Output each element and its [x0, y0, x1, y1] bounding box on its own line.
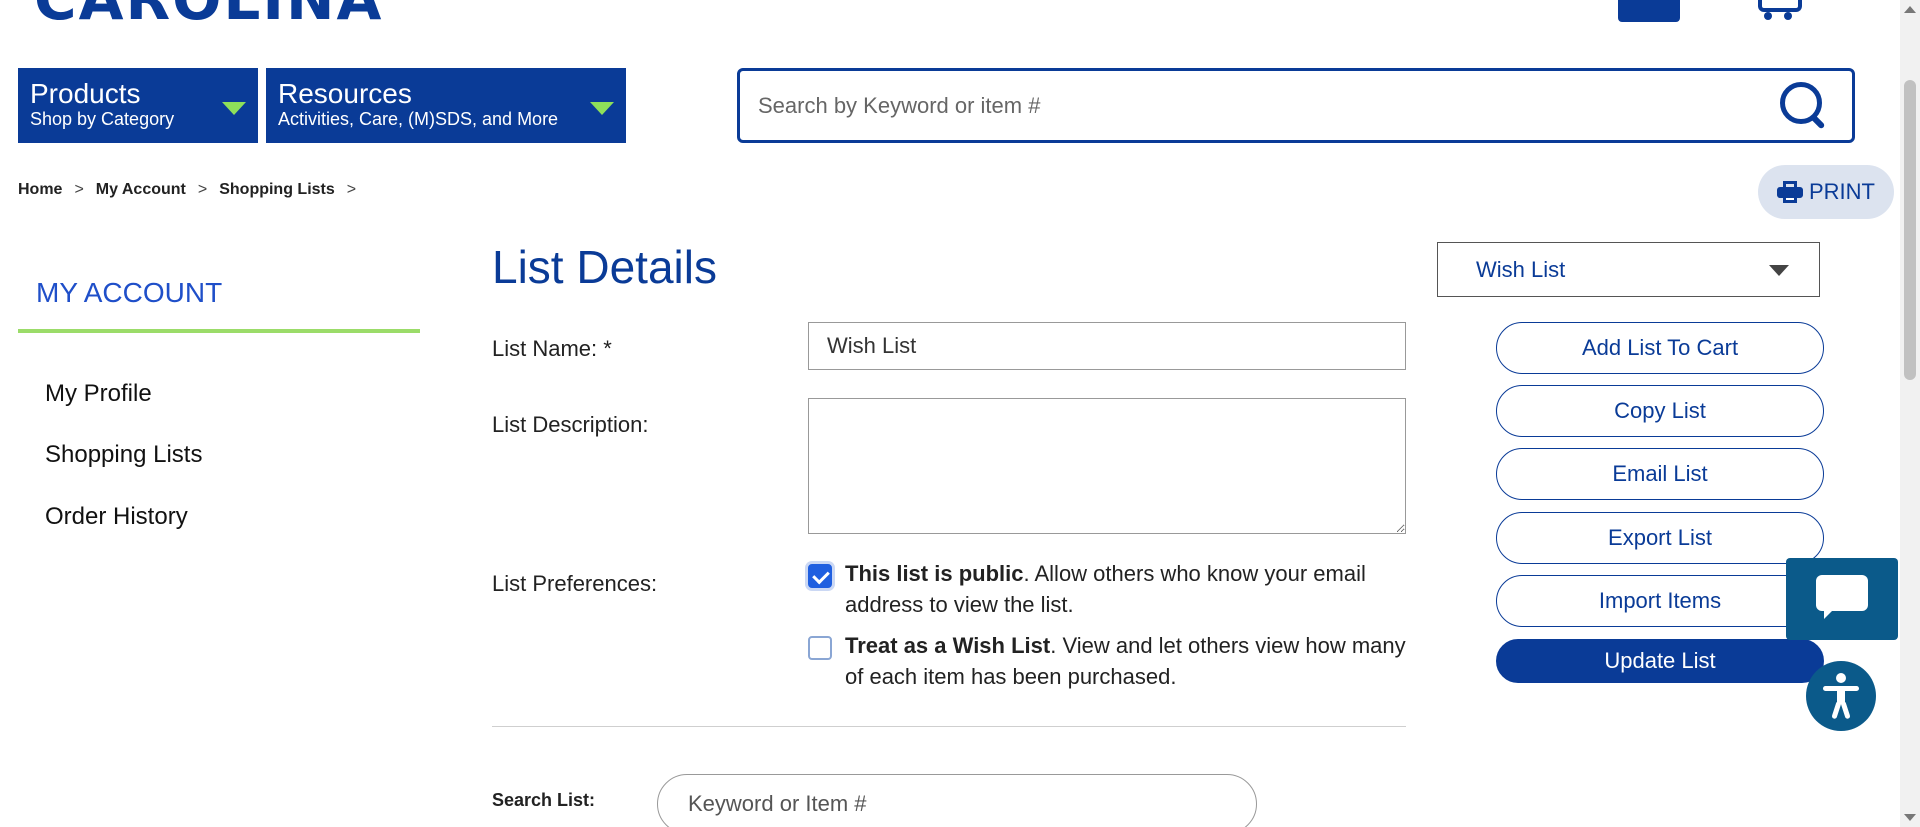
- caret-down-icon: [1769, 265, 1789, 276]
- breadcrumb: Home > My Account > Shopping Lists >: [18, 181, 368, 199]
- email-list-button[interactable]: Email List: [1496, 448, 1824, 500]
- sidebar-item-shopping-lists[interactable]: Shopping Lists: [45, 441, 202, 469]
- breadcrumb-my-account[interactable]: My Account: [96, 181, 186, 199]
- chat-icon: [1816, 575, 1868, 619]
- nav-products-menu[interactable]: Products Shop by Category: [18, 68, 258, 143]
- nav-resources-menu[interactable]: Resources Activities, Care, (M)SDS, and …: [266, 68, 626, 143]
- search-list-label: Search List:: [492, 790, 596, 810]
- wish-list-description: Treat as a Wish List. View and let other…: [845, 630, 1415, 692]
- public-list-checkbox[interactable]: [808, 564, 832, 588]
- breadcrumb-separator: >: [346, 181, 357, 198]
- nav-products-subtitle: Shop by Category: [30, 109, 175, 129]
- export-list-button[interactable]: Export List: [1496, 512, 1824, 564]
- logo-text: CAROLINA: [34, 0, 383, 28]
- sidebar-divider: [18, 329, 420, 333]
- scroll-down-arrow-icon[interactable]: [1904, 814, 1916, 821]
- printer-icon: [1777, 181, 1803, 203]
- header-icons: [1618, 0, 1802, 22]
- search-input[interactable]: [740, 71, 1778, 140]
- breadcrumb-home[interactable]: Home: [18, 181, 62, 199]
- list-preferences-label: List Preferences:: [492, 571, 658, 596]
- cart-icon[interactable]: [1750, 0, 1802, 20]
- wish-list-checkbox[interactable]: [808, 636, 832, 660]
- list-description-textarea[interactable]: [808, 398, 1406, 534]
- breadcrumb-separator: >: [74, 181, 84, 198]
- copy-list-button[interactable]: Copy List: [1496, 385, 1824, 437]
- user-account-icon[interactable]: [1618, 0, 1680, 22]
- import-items-button[interactable]: Import Items: [1496, 575, 1824, 627]
- site-logo[interactable]: CAROLINA: [34, 0, 383, 28]
- accessibility-button[interactable]: [1806, 661, 1876, 731]
- scroll-thumb[interactable]: [1904, 80, 1916, 380]
- nav-products-title: Products: [30, 78, 141, 109]
- list-name-input[interactable]: [808, 322, 1406, 370]
- search-list-input[interactable]: [657, 774, 1257, 827]
- chat-widget-button[interactable]: [1786, 558, 1898, 640]
- print-label: PRINT: [1809, 179, 1875, 204]
- list-select-dropdown[interactable]: Wish List: [1437, 242, 1820, 297]
- page-title: List Details: [492, 241, 717, 293]
- public-list-bold: This list is public: [845, 561, 1024, 586]
- public-list-description: This list is public. Allow others who kn…: [845, 558, 1415, 620]
- list-name-label: List Name: *: [492, 336, 612, 361]
- list-description-label: List Description:: [492, 412, 649, 437]
- sidebar-item-order-history[interactable]: Order History: [45, 503, 188, 531]
- sidebar-item-my-profile[interactable]: My Profile: [45, 380, 152, 408]
- sidebar-title: MY ACCOUNT: [36, 277, 223, 308]
- search-icon[interactable]: [1778, 80, 1830, 132]
- nav-resources-title: Resources: [278, 78, 412, 109]
- list-select-value: Wish List: [1476, 256, 1566, 282]
- page-scrollbar[interactable]: [1900, 0, 1920, 827]
- accessibility-icon: [1820, 673, 1862, 720]
- breadcrumb-separator: >: [197, 181, 208, 198]
- nav-resources-subtitle: Activities, Care, (M)SDS, and More: [278, 109, 559, 129]
- print-button[interactable]: PRINT: [1758, 165, 1894, 219]
- section-divider: [492, 726, 1406, 727]
- chevron-down-icon: [222, 102, 246, 115]
- add-list-to-cart-button[interactable]: Add List To Cart: [1496, 322, 1824, 374]
- scroll-up-arrow-icon[interactable]: [1904, 6, 1916, 13]
- chevron-down-icon: [590, 102, 614, 115]
- wish-list-bold: Treat as a Wish List: [845, 633, 1051, 658]
- breadcrumb-shopping-lists[interactable]: Shopping Lists: [219, 181, 335, 199]
- update-list-button[interactable]: Update List: [1496, 639, 1824, 683]
- site-search: [737, 68, 1855, 143]
